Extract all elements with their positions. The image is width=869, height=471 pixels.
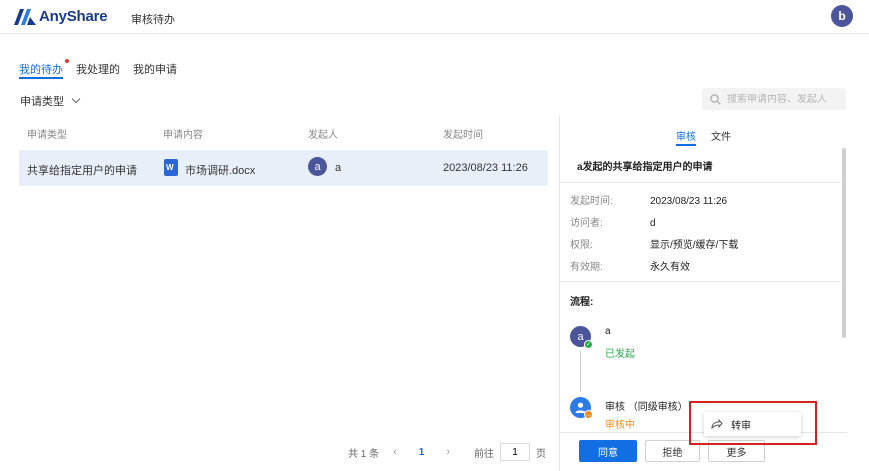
field-label: 访问者: <box>570 218 603 229</box>
column-header-type: 申请类型 <box>27 130 67 141</box>
anyshare-logo[interactable]: AnyShare <box>14 8 108 25</box>
detail-field-permission: 权限: 显示/预览/缓存/下载 <box>570 236 738 251</box>
row-time: 2023/08/23 11:26 <box>443 162 528 174</box>
field-value: 显示/预览/缓存/下载 <box>650 240 739 251</box>
tab-my-applications-label: 我的申请 <box>133 64 177 76</box>
tab-my-todo-label: 我的待办 <box>19 64 63 76</box>
top-bar: AnyShare 审核待办 b <box>0 0 869 34</box>
detail-title: a发起的共享给指定用户的申请 <box>577 162 713 173</box>
tab-processed-label: 我处理的 <box>76 64 120 76</box>
current-page[interactable]: 1 <box>419 447 425 458</box>
step-status: 已发起 <box>605 349 635 360</box>
tab-review[interactable]: 审核 <box>676 128 696 146</box>
application-type-filter[interactable]: 申请类型 <box>20 93 81 109</box>
filter-label: 申请类型 <box>20 96 64 108</box>
chevron-down-icon <box>71 94 81 104</box>
pending-icon: … <box>584 410 593 419</box>
field-value: d <box>650 218 656 229</box>
row-content[interactable]: 市场调研.docx <box>185 162 255 178</box>
column-header-content: 申请内容 <box>163 130 203 141</box>
divider <box>560 281 841 282</box>
initiator-avatar: a <box>308 157 327 176</box>
step-status: 审核中 <box>605 420 635 431</box>
row-type: 共享给指定用户的申请 <box>27 165 137 177</box>
table-row[interactable]: 共享给指定用户的申请 市场调研.docx a a 2023/08/23 11:2… <box>19 150 548 186</box>
page-title: 审核待办 <box>131 14 175 26</box>
field-value: 2023/08/23 11:26 <box>650 196 728 207</box>
tab-my-todo[interactable]: 我的待办 <box>19 59 69 79</box>
user-avatar[interactable]: b <box>831 5 853 27</box>
search-icon <box>710 93 721 105</box>
column-header-time: 发起时间 <box>443 130 483 141</box>
goto-label: 前往 <box>474 448 495 460</box>
table-header: 申请类型 申请内容 发起人 发起时间 <box>19 120 548 146</box>
detail-field-visitor: 访问者: d <box>570 214 656 229</box>
flow-title: 流程: <box>570 297 594 308</box>
goto-page-input[interactable] <box>500 443 531 461</box>
tab-file[interactable]: 文件 <box>711 128 731 146</box>
approve-button[interactable]: 同意 <box>579 440 637 462</box>
next-page-icon[interactable]: › <box>446 446 450 458</box>
pagination: 共 1 条 ‹ 1 › 前往 页 <box>348 443 546 461</box>
field-label: 权限: <box>570 240 593 251</box>
detail-field-validity: 有效期: 永久有效 <box>570 258 690 273</box>
step-name: 审核 （同级审核） <box>605 402 688 413</box>
check-icon: ✓ <box>584 340 593 349</box>
anyshare-logo-icon <box>14 8 36 25</box>
tab-processed[interactable]: 我处理的 <box>76 61 120 79</box>
step-name: a <box>605 326 611 337</box>
row-initiator: a <box>335 162 342 174</box>
todo-tabs: 我的待办 我处理的 我的申请 <box>19 59 190 79</box>
search-box[interactable] <box>702 88 846 110</box>
page-unit: 页 <box>536 448 547 460</box>
brand-name: AnyShare <box>39 8 108 25</box>
field-label: 有效期: <box>570 262 603 273</box>
detail-field-time: 发起时间: 2023/08/23 11:26 <box>570 192 727 207</box>
divider <box>560 182 841 183</box>
tab-my-applications[interactable]: 我的申请 <box>133 61 177 79</box>
word-document-icon <box>164 159 178 176</box>
notification-dot <box>65 59 69 63</box>
highlight-box <box>689 401 817 445</box>
column-header-initiator: 发起人 <box>308 130 338 141</box>
pagination-total: 共 1 条 <box>348 448 380 460</box>
detail-scrollbar[interactable] <box>842 148 846 338</box>
field-value: 永久有效 <box>650 262 690 273</box>
detail-tabs: 审核 文件 <box>676 128 746 146</box>
search-input[interactable] <box>727 93 837 105</box>
flow-connector <box>580 350 581 392</box>
prev-page-icon[interactable]: ‹ <box>393 446 397 458</box>
panel-divider <box>559 115 560 471</box>
field-label: 发起时间: <box>570 196 613 207</box>
